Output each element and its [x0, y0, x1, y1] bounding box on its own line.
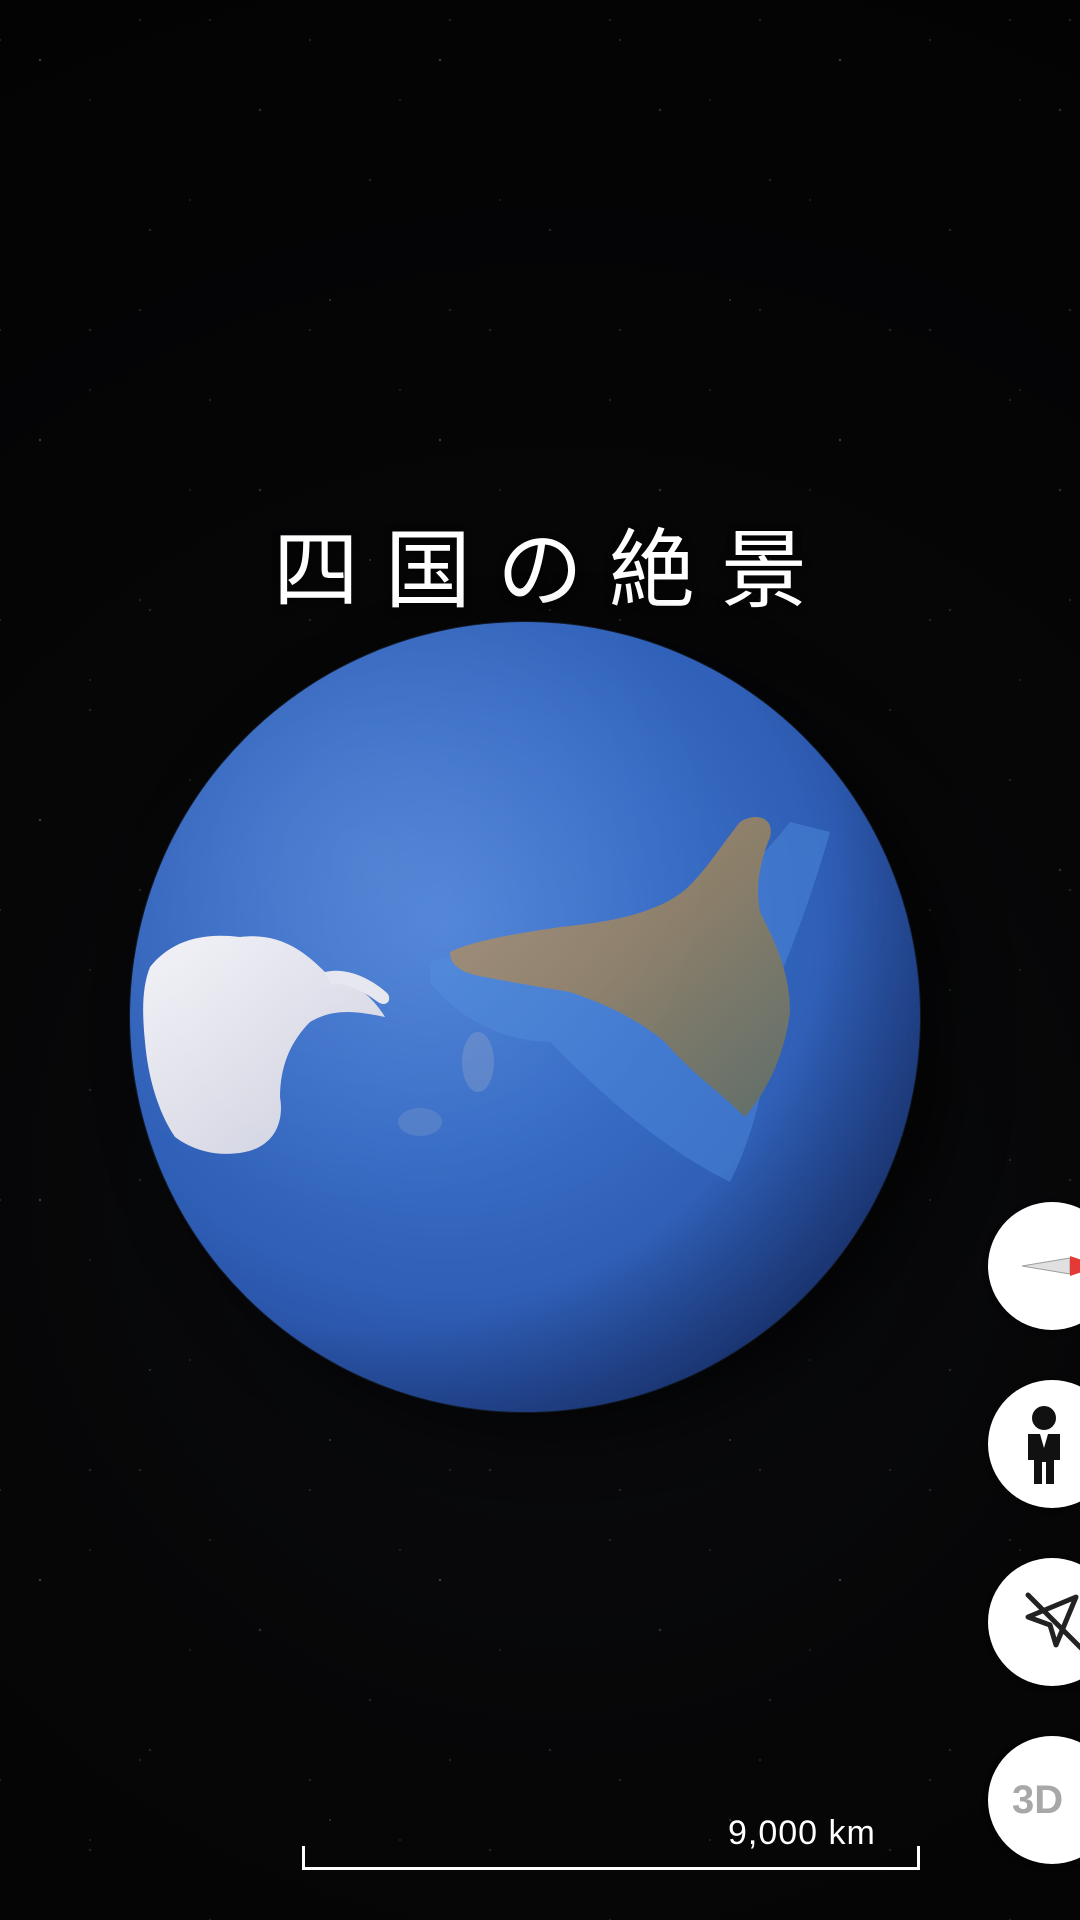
view-3d-label: 3D: [1012, 1777, 1064, 1822]
scale-bar: [302, 1846, 920, 1870]
globe-shading: [130, 622, 920, 1412]
compass-icon: [1021, 1256, 1080, 1276]
video-title-overlay: 四国の絶景: [273, 521, 833, 621]
pegman-icon: [1028, 1406, 1060, 1484]
earth-globe[interactable]: [130, 622, 920, 1412]
location-off-icon: [1025, 1592, 1080, 1651]
map-viewport[interactable]: 四国の絶景 3D 9,000 km: [0, 0, 1080, 1920]
globe-sphere: [130, 622, 920, 1412]
